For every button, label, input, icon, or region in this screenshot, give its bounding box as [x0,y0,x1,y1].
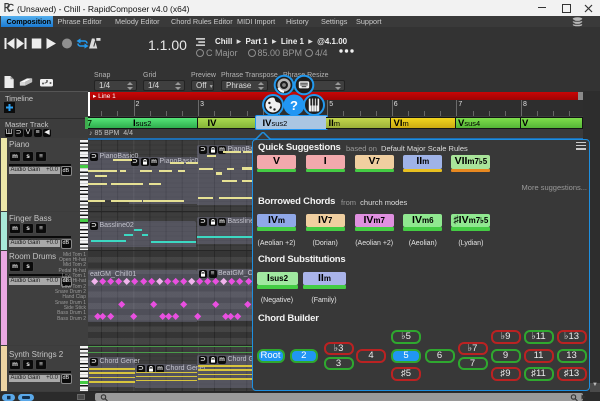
svg-text:?: ? [290,98,298,113]
